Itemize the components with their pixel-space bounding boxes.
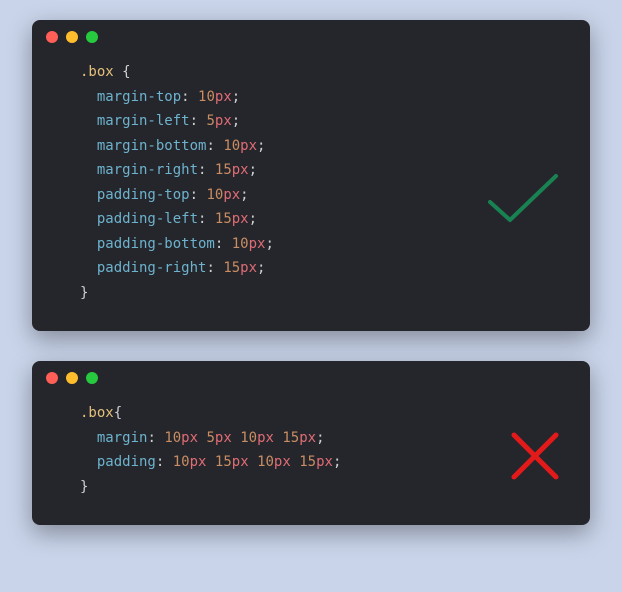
brace-close: }: [80, 285, 88, 301]
css-value-number: 10: [164, 430, 181, 446]
css-value-number: 15: [299, 454, 316, 470]
css-value-number: 15: [223, 260, 240, 276]
brace-open: {: [114, 405, 122, 421]
window-titlebar: [32, 20, 590, 54]
window-titlebar: [32, 361, 590, 395]
css-property: padding: [97, 454, 156, 470]
css-value-number: 15: [215, 454, 232, 470]
css-value-number: 10: [257, 454, 274, 470]
minimize-icon: [66, 31, 78, 43]
css-value-unit: px: [215, 113, 232, 129]
brace-open: {: [122, 64, 130, 80]
css-value-unit: px: [190, 454, 207, 470]
css-value-unit: px: [240, 260, 257, 276]
close-icon: [46, 372, 58, 384]
css-value-unit: px: [249, 236, 266, 252]
css-value-unit: px: [232, 162, 249, 178]
css-value-number: 10: [232, 236, 249, 252]
css-property: margin: [97, 430, 148, 446]
css-value-number: 15: [215, 211, 232, 227]
css-value-unit: px: [181, 430, 198, 446]
css-value-unit: px: [223, 187, 240, 203]
css-value-unit: px: [299, 430, 316, 446]
css-value-number: 10: [173, 454, 190, 470]
css-value-unit: px: [232, 211, 249, 227]
css-property: padding-bottom: [97, 236, 215, 252]
code-window-bad: .box{ margin: 10px 5px 10px 15px; paddin…: [32, 361, 590, 525]
minimize-icon: [66, 372, 78, 384]
css-value-number: 10: [198, 89, 215, 105]
css-value-number: 10: [206, 187, 223, 203]
css-property: padding-left: [97, 211, 198, 227]
maximize-icon: [86, 372, 98, 384]
maximize-icon: [86, 31, 98, 43]
css-value-unit: px: [240, 138, 257, 154]
css-value-number: 5: [206, 430, 214, 446]
code-block-bad: .box{ margin: 10px 5px 10px 15px; paddin…: [32, 395, 590, 525]
css-property: margin-left: [97, 113, 190, 129]
css-value-unit: px: [257, 430, 274, 446]
css-value-unit: px: [232, 454, 249, 470]
close-icon: [46, 31, 58, 43]
css-property: padding-right: [97, 260, 207, 276]
css-property: padding-top: [97, 187, 190, 203]
css-value-unit: px: [274, 454, 291, 470]
css-value-unit: px: [215, 430, 232, 446]
checkmark-icon: [484, 170, 562, 228]
css-value-number: 5: [206, 113, 214, 129]
css-property: margin-bottom: [97, 138, 207, 154]
cross-icon: [508, 429, 562, 483]
brace-close: }: [80, 479, 88, 495]
css-property: margin-top: [97, 89, 181, 105]
css-value-unit: px: [215, 89, 232, 105]
css-value-number: 10: [223, 138, 240, 154]
css-property: margin-right: [97, 162, 198, 178]
css-value-unit: px: [316, 454, 333, 470]
css-selector: .box: [80, 405, 114, 421]
css-value-number: 15: [215, 162, 232, 178]
code-window-good: .box { margin-top: 10px; margin-left: 5p…: [32, 20, 590, 331]
css-selector: .box: [80, 64, 114, 80]
css-value-number: 15: [282, 430, 299, 446]
css-value-number: 10: [240, 430, 257, 446]
